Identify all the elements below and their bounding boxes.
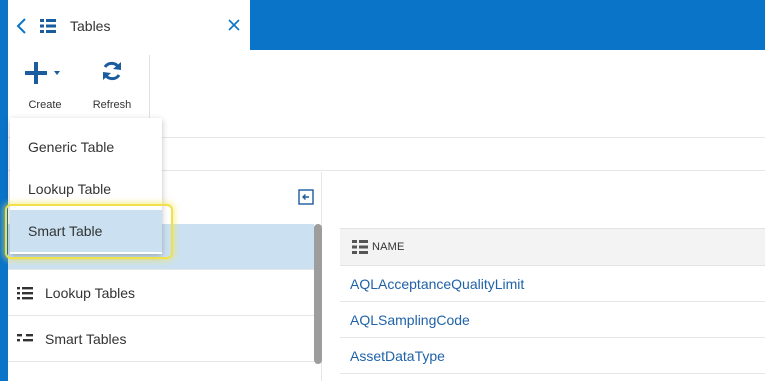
tab-title: Tables — [70, 18, 111, 34]
create-label: Create — [28, 99, 62, 111]
smart-table-icon — [17, 331, 33, 347]
menu-item-generic-table[interactable]: Generic Table — [10, 126, 162, 168]
collapse-panel-icon[interactable] — [298, 189, 314, 205]
column-header-label: NAME — [372, 241, 405, 253]
plus-icon — [25, 62, 60, 84]
menu-item-smart-table[interactable]: Smart Table — [10, 210, 162, 252]
list-icon — [17, 285, 33, 301]
table-icon — [352, 240, 368, 254]
left-panel-scrollbar[interactable] — [314, 224, 322, 364]
create-dropdown-menu: Generic Table Lookup Table Smart Table — [10, 118, 162, 254]
create-button[interactable]: Create — [15, 58, 75, 118]
grid-icon — [40, 18, 56, 34]
table-row[interactable]: AssetDataType — [340, 338, 765, 374]
nav-item-label: Lookup Tables — [45, 284, 136, 301]
nav-item-lookup-tables[interactable]: Lookup Tables — [8, 270, 314, 316]
left-accent-strip — [0, 0, 8, 381]
table-row[interactable]: AQLSamplingCode — [340, 302, 765, 338]
menu-item-lookup-table[interactable]: Lookup Table — [10, 168, 162, 210]
table-name-link[interactable]: AQLAcceptanceQualityLimit — [350, 276, 524, 292]
name-column-header[interactable]: NAME — [340, 228, 765, 266]
refresh-icon — [103, 61, 121, 81]
nav-item-smart-tables[interactable]: Smart Tables — [8, 316, 314, 362]
top-header-bar — [250, 0, 765, 50]
toolbar-divider — [149, 55, 150, 125]
refresh-button[interactable]: Refresh — [82, 58, 142, 118]
table-name-link[interactable]: AssetDataType — [350, 348, 445, 364]
table-row[interactable]: AQLAcceptanceQualityLimit — [340, 266, 765, 302]
tab-tables[interactable]: Tables — [8, 0, 250, 50]
table-name-link[interactable]: AQLSamplingCode — [350, 312, 470, 328]
close-icon[interactable] — [226, 17, 242, 33]
chevron-left-icon[interactable] — [14, 17, 30, 35]
refresh-label: Refresh — [92, 99, 132, 111]
nav-item-label: Smart Tables — [45, 330, 127, 347]
